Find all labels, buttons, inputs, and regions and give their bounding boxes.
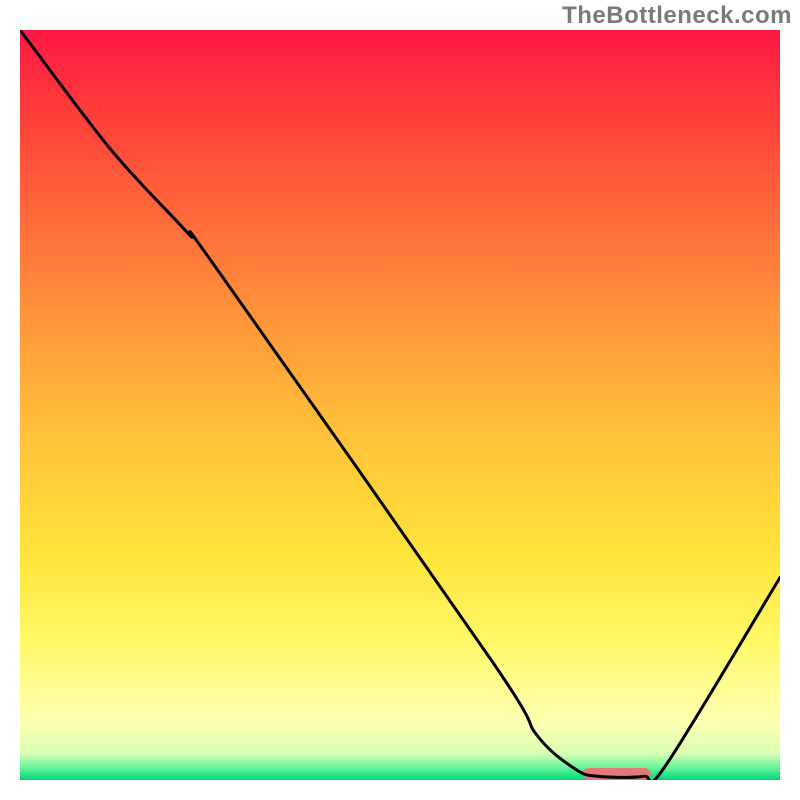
gradient-backdrop [20, 30, 780, 780]
plot-svg [20, 30, 780, 780]
chart-canvas: TheBottleneck.com [0, 0, 800, 800]
watermark-text: TheBottleneck.com [562, 2, 792, 30]
plot-area [20, 30, 780, 780]
